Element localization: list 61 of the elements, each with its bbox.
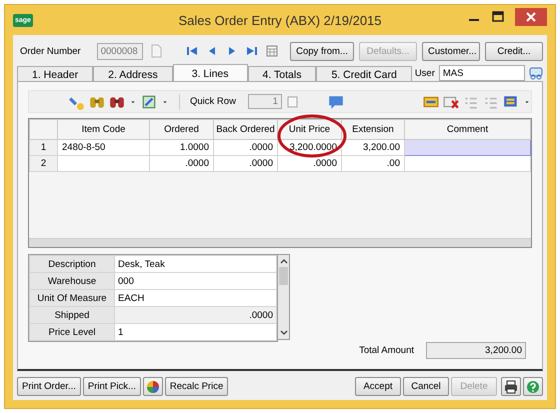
tab[interactable]: 2. Address [93,66,173,82]
print-button[interactable]: Print Order... [17,377,81,396]
row-number: 1 [30,140,58,156]
scroll-up-icon[interactable] [280,258,288,264]
tab[interactable]: 5. Credit Card [316,66,412,82]
user-lookup-icon[interactable] [529,66,543,80]
header-button[interactable]: Credit... [485,42,543,60]
table-cell: 3,200.00 [342,140,404,156]
print-button[interactable]: Print Pick... [82,377,141,396]
row-number: 2 [30,156,58,172]
detail-label: Description [30,256,114,272]
maximize-icon[interactable] [491,10,505,24]
detail-label: Price Level [30,324,114,340]
highlight-ellipse [277,114,347,158]
detail-value[interactable]: Desk, Teak [114,256,276,272]
total-amount-field: 3,200.00 [426,342,526,359]
user-field[interactable]: MAS [438,65,525,81]
detail-label: Unit Of Measure [30,290,114,306]
calendar-icon[interactable] [264,44,279,58]
tab[interactable]: 3. Lines [172,64,248,82]
order-number-label: Order Number [20,46,81,56]
header-button[interactable]: Customer... [422,42,480,60]
comment-icon[interactable] [328,94,344,110]
close-icon [526,12,536,22]
action-button[interactable]: Accept [355,377,401,396]
detail-value[interactable]: 1 [114,324,276,340]
column-header[interactable]: Comment [404,120,530,140]
quick-row-label: Quick Row [190,96,236,108]
table-cell: 2480-8-50 [58,140,150,156]
detail-label: Shipped [30,306,114,324]
column-header[interactable]: Back Ordered [214,120,278,140]
column-header[interactable]: Item Code [58,120,150,140]
order-number-field[interactable]: 0000008 [96,42,143,60]
detail-value[interactable]: .0000 [114,306,276,324]
checkbox-icon[interactable] [286,94,300,109]
print-icon[interactable] [501,377,521,396]
sheet-icon[interactable] [141,94,157,110]
close-button[interactable] [515,8,547,26]
user-label: User [414,68,435,78]
column-header[interactable]: Ordered [150,120,214,140]
first-record-icon[interactable] [184,44,199,58]
tab[interactable]: 4. Totals [248,66,316,82]
colors-button[interactable] [142,377,163,396]
window-title: Sales Order Entry (ABX) 2/19/2015 [178,12,382,28]
detail-label: Warehouse [30,272,114,290]
comment-cell[interactable] [404,140,530,156]
table-cell: .0000 [214,140,278,156]
last-record-icon[interactable] [244,44,259,58]
detail-value[interactable]: 000 [114,272,276,290]
tab[interactable]: 1. Header [17,66,94,82]
action-button[interactable]: Cancel [403,377,449,396]
print-button[interactable]: Recalc Price [164,377,228,396]
table-cell: 3,200.0000 [278,140,342,156]
table-cell: 1.0000 [150,140,214,156]
scroll-thumb[interactable] [279,267,288,285]
column-header[interactable]: Extension [342,120,404,140]
quick-row-field[interactable]: 1 [248,94,282,110]
total-amount-label: Total Amount [359,345,414,356]
horizontal-scrollbar[interactable] [29,238,531,247]
header-button[interactable]: Copy from... [290,42,354,60]
scroll-down-icon[interactable] [280,330,288,336]
